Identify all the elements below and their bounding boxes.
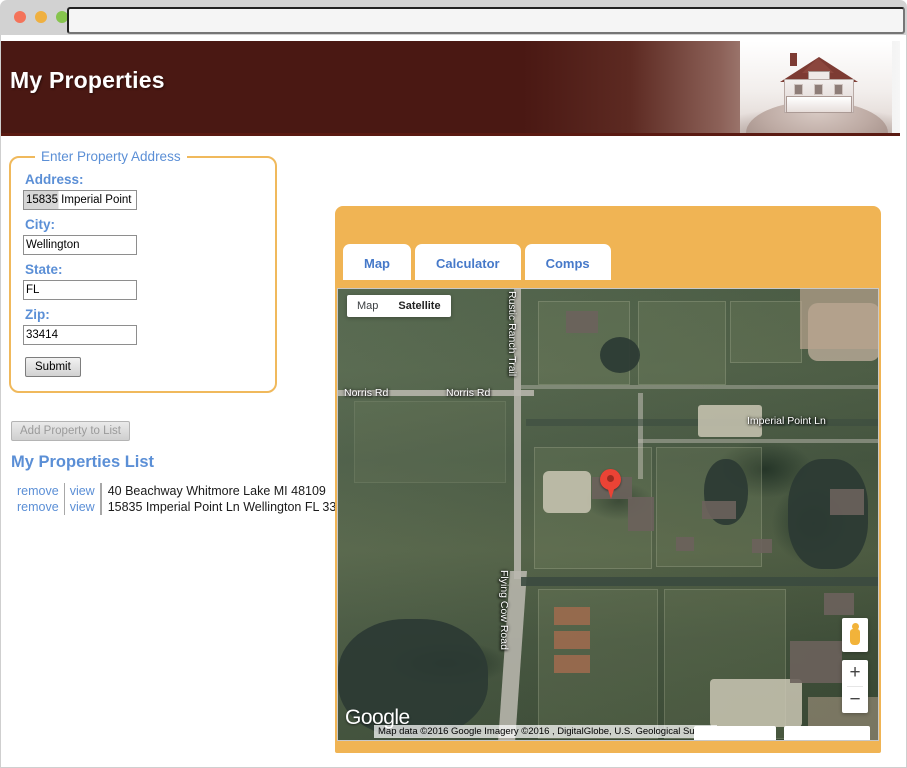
marker-dot-shape: [607, 475, 614, 482]
parcel-shape: [730, 301, 802, 363]
road-shape: [638, 439, 878, 443]
building-shape: [628, 497, 654, 531]
building-shape: [752, 539, 772, 553]
window-shape: [814, 84, 823, 95]
pegman-body-shape: [850, 629, 860, 645]
map-zoom-controls: + −: [842, 660, 868, 713]
tab-map[interactable]: Map: [343, 244, 411, 280]
canal-shape: [521, 577, 878, 586]
view-link[interactable]: view: [64, 499, 102, 515]
map-footer-button[interactable]: [694, 726, 776, 740]
minimize-window-button[interactable]: [35, 11, 47, 23]
map-terms-button[interactable]: [784, 726, 870, 740]
window-shape: [834, 84, 843, 95]
left-column: Enter Property Address Address: City: St…: [1, 140, 357, 515]
house-shape: [776, 53, 862, 113]
road-shape: [338, 390, 534, 396]
lot-shape: [543, 471, 591, 513]
property-address: 15835 Imperial Point Ln Wellington FL 33…: [107, 500, 358, 514]
address-label: Address:: [25, 172, 84, 187]
panel-tabs: Map Calculator Comps: [343, 244, 611, 280]
building-shape: [554, 631, 590, 649]
city-input[interactable]: [23, 235, 137, 255]
map-panel: Map Calculator Comps Norris Rd Norris Rd…: [335, 206, 881, 753]
house-in-hand-image: [740, 41, 892, 133]
view-link[interactable]: view: [64, 483, 102, 499]
tab-comps[interactable]: Comps: [524, 244, 611, 280]
tab-calculator[interactable]: Calculator: [415, 244, 521, 280]
porch-shape: [786, 96, 852, 113]
address-form: Enter Property Address Address: City: St…: [9, 149, 277, 393]
marker-tail-shape: [605, 483, 616, 499]
zip-input[interactable]: [23, 325, 137, 345]
window-shape: [794, 84, 803, 95]
property-address: 40 Beachway Whitmore Lake MI 48109: [107, 484, 326, 498]
browser-chrome: [0, 0, 907, 35]
property-marker-icon[interactable]: [600, 469, 621, 500]
window-traffic-lights: [14, 11, 68, 23]
state-label: State:: [25, 262, 63, 277]
address-input[interactable]: [23, 190, 137, 210]
map-attribution: Map data ©2016 Google Imagery ©2016 , Di…: [374, 725, 717, 738]
page-body: My Properties Enter Property Address Add…: [0, 35, 907, 768]
road-shape: [514, 289, 521, 579]
zoom-out-button[interactable]: −: [842, 687, 868, 713]
building-shape: [702, 501, 736, 519]
building-shape: [830, 489, 864, 515]
table-row: remove view 15835 Imperial Point Ln Well…: [12, 499, 362, 515]
street-view-pegman-icon[interactable]: [842, 618, 868, 652]
road-shape: [497, 571, 528, 740]
property-list-title: My Properties List: [11, 453, 155, 471]
remove-link[interactable]: remove: [12, 483, 65, 499]
city-label: City:: [25, 217, 55, 232]
dirt-area: [800, 289, 878, 349]
parcel-shape: [354, 401, 506, 483]
building-shape: [676, 537, 694, 551]
screenshot-root: My Properties Enter Property Address Add…: [0, 0, 907, 768]
google-map[interactable]: Norris Rd Norris Rd Rustic Ranch Trail I…: [337, 288, 879, 741]
road-shape: [521, 385, 878, 389]
zip-label: Zip:: [25, 307, 50, 322]
address-bar[interactable]: [67, 7, 905, 34]
lot-shape: [710, 679, 802, 727]
close-window-button[interactable]: [14, 11, 26, 23]
building-shape: [554, 607, 590, 625]
submit-button[interactable]: Submit: [25, 357, 81, 377]
parcel-shape: [638, 301, 726, 385]
building-shape: [824, 593, 854, 615]
satellite-imagery: [338, 289, 878, 740]
remove-link[interactable]: remove: [12, 499, 65, 515]
map-type-map-button[interactable]: Map: [347, 295, 388, 317]
state-input[interactable]: [23, 280, 137, 300]
water-shape: [600, 337, 640, 373]
page-title: My Properties: [10, 67, 165, 93]
building-shape: [554, 655, 590, 673]
table-row: remove view 40 Beachway Whitmore Lake MI…: [12, 483, 362, 499]
building-shape: [790, 641, 842, 683]
property-list-table: remove view 40 Beachway Whitmore Lake MI…: [12, 483, 362, 515]
building-shape: [566, 311, 598, 333]
zoom-in-button[interactable]: +: [842, 660, 868, 686]
app-header: My Properties: [1, 41, 900, 136]
map-type-toggle: Map Satellite: [347, 295, 451, 317]
map-type-satellite-button[interactable]: Satellite: [388, 295, 450, 317]
lot-shape: [698, 405, 762, 437]
water-shape: [338, 619, 488, 737]
address-form-legend: Enter Property Address: [41, 149, 181, 164]
add-property-to-list-button[interactable]: Add Property to List: [11, 421, 130, 441]
